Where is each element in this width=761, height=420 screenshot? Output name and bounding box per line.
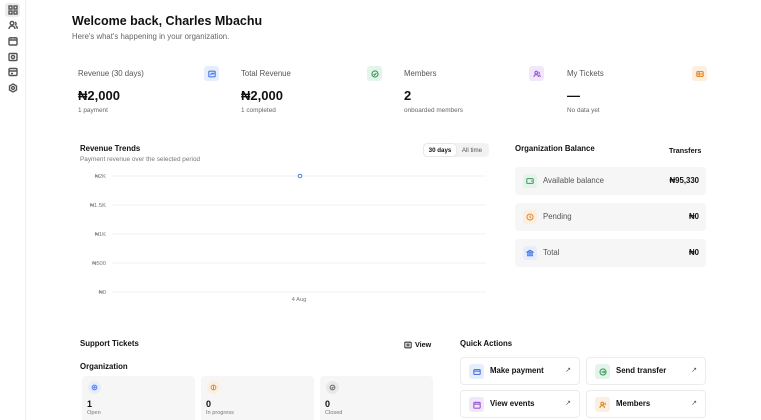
nav-dashboard-grid-icon[interactable] bbox=[5, 3, 20, 17]
balance-row-available: Available balance ₦95,330 bbox=[515, 167, 706, 195]
transfer-icon bbox=[595, 364, 610, 379]
clock-icon bbox=[523, 210, 537, 224]
nav-settings-icon[interactable] bbox=[5, 81, 20, 95]
revenue-trends-subtitle: Payment revenue over the selected period bbox=[80, 156, 201, 163]
y-tick-label: ₦1.5K bbox=[90, 203, 106, 209]
stat-total-revenue: Total Revenue ₦2,000 1 completed bbox=[241, 60, 383, 120]
arrow-up-right-icon: ↗ bbox=[565, 400, 571, 407]
y-tick-label: ₦500 bbox=[92, 261, 106, 267]
range-all-time-button[interactable]: All time bbox=[456, 144, 488, 156]
sidebar-rail bbox=[0, 0, 26, 420]
view-list-icon bbox=[404, 341, 412, 348]
arrow-up-right-icon: ↗ bbox=[691, 367, 697, 374]
stat-label: Revenue (30 days) bbox=[78, 69, 144, 78]
stat-value: ₦2,000 bbox=[241, 88, 283, 103]
y-tick-label: ₦1K bbox=[95, 232, 106, 238]
quick-action-label: Send transfer bbox=[616, 366, 667, 375]
organization-balance-title: Organization Balance bbox=[515, 144, 595, 153]
nav-users-icon[interactable] bbox=[5, 18, 20, 32]
members-icon bbox=[595, 397, 610, 412]
quick-action-members[interactable]: Members ↗ bbox=[586, 390, 706, 418]
balance-row-pending: Pending ₦0 bbox=[515, 203, 706, 231]
nav-calendar-icon[interactable] bbox=[5, 34, 20, 48]
arrow-up-right-icon: ↗ bbox=[565, 367, 571, 374]
support-view-button[interactable]: View bbox=[404, 340, 431, 349]
balance-label: Total bbox=[543, 248, 560, 257]
stat-value: — bbox=[567, 88, 580, 103]
progress-icon bbox=[207, 381, 220, 394]
nav-wallet-icon[interactable] bbox=[5, 65, 20, 79]
page-title: Welcome back, Charles Mbachu bbox=[72, 14, 263, 28]
check-circle-icon bbox=[367, 66, 382, 81]
stat-value: ₦2,000 bbox=[78, 88, 120, 103]
ticket-label: Open bbox=[87, 410, 101, 416]
bank-icon bbox=[523, 246, 537, 260]
ticket-card-open[interactable]: 1 Open bbox=[82, 376, 195, 420]
stat-value: 2 bbox=[404, 88, 412, 103]
quick-actions-title: Quick Actions bbox=[460, 339, 513, 348]
x-tick-label: 4 Aug bbox=[292, 297, 307, 303]
stat-my-tickets: My Tickets — No data yet bbox=[567, 60, 709, 120]
closed-icon bbox=[326, 381, 339, 394]
quick-action-make-payment[interactable]: Make payment ↗ bbox=[460, 357, 580, 385]
range-30-days-button[interactable]: 30 days bbox=[424, 144, 456, 156]
quick-action-label: Make payment bbox=[490, 366, 544, 375]
quick-action-view-events[interactable]: View events ↗ bbox=[460, 390, 580, 418]
stat-members: Members 2 onboarded members bbox=[404, 60, 546, 120]
stat-label: My Tickets bbox=[567, 69, 604, 78]
quick-action-send-transfer[interactable]: Send transfer ↗ bbox=[586, 357, 706, 385]
range-toggle: 30 days All time bbox=[423, 143, 489, 157]
ticket-icon bbox=[692, 66, 707, 81]
data-point[interactable] bbox=[297, 173, 303, 179]
revenue-trends-title: Revenue Trends bbox=[80, 144, 141, 153]
stat-sub: 1 payment bbox=[78, 107, 108, 114]
ticket-count: 0 bbox=[206, 399, 212, 409]
quick-action-label: Members bbox=[616, 399, 651, 408]
stat-label: Members bbox=[404, 69, 437, 78]
arrow-up-right-icon: ↗ bbox=[691, 400, 697, 407]
stat-revenue-30-days: Revenue (30 days) ₦2,000 1 payment bbox=[78, 60, 220, 120]
calendar-icon bbox=[469, 397, 484, 412]
quick-action-label: View events bbox=[490, 399, 535, 408]
ticket-count: 0 bbox=[325, 399, 331, 409]
stat-sub: No data yet bbox=[567, 107, 600, 114]
transfers-link[interactable]: Transfers bbox=[669, 146, 701, 155]
stat-sub: onboarded members bbox=[404, 107, 463, 114]
stat-label: Total Revenue bbox=[241, 69, 291, 78]
ticket-count: 1 bbox=[87, 399, 93, 409]
support-group-label: Organization bbox=[80, 362, 128, 371]
balance-row-total: Total ₦0 bbox=[515, 239, 706, 267]
balance-label: Available balance bbox=[543, 176, 604, 185]
balance-value: ₦95,330 bbox=[669, 176, 699, 185]
revenue-trends-chart: ₦0 ₦500 ₦1K ₦1.5K ₦2K 4 Aug bbox=[90, 173, 486, 303]
stat-sub: 1 completed bbox=[241, 107, 276, 114]
nav-payments-icon[interactable] bbox=[5, 50, 20, 64]
wallet-icon bbox=[523, 174, 537, 188]
revenue-icon bbox=[204, 66, 219, 81]
ticket-label: Closed bbox=[325, 410, 343, 416]
page-subtitle: Here's what's happening in your organiza… bbox=[72, 32, 230, 41]
y-tick-label: ₦2K bbox=[95, 174, 106, 180]
balance-label: Pending bbox=[543, 212, 572, 221]
balance-value: ₦0 bbox=[689, 248, 699, 257]
view-label: View bbox=[415, 340, 432, 349]
payment-icon bbox=[469, 364, 484, 379]
ticket-card-closed[interactable]: 0 Closed bbox=[320, 376, 433, 420]
ticket-card-in-progress[interactable]: 0 In progress bbox=[201, 376, 314, 420]
ticket-label: In progress bbox=[206, 410, 234, 416]
members-icon bbox=[529, 66, 544, 81]
open-ticket-icon bbox=[88, 381, 101, 394]
y-tick-label: ₦0 bbox=[99, 290, 106, 296]
balance-value: ₦0 bbox=[689, 212, 699, 221]
support-tickets-title: Support Tickets bbox=[80, 339, 139, 348]
